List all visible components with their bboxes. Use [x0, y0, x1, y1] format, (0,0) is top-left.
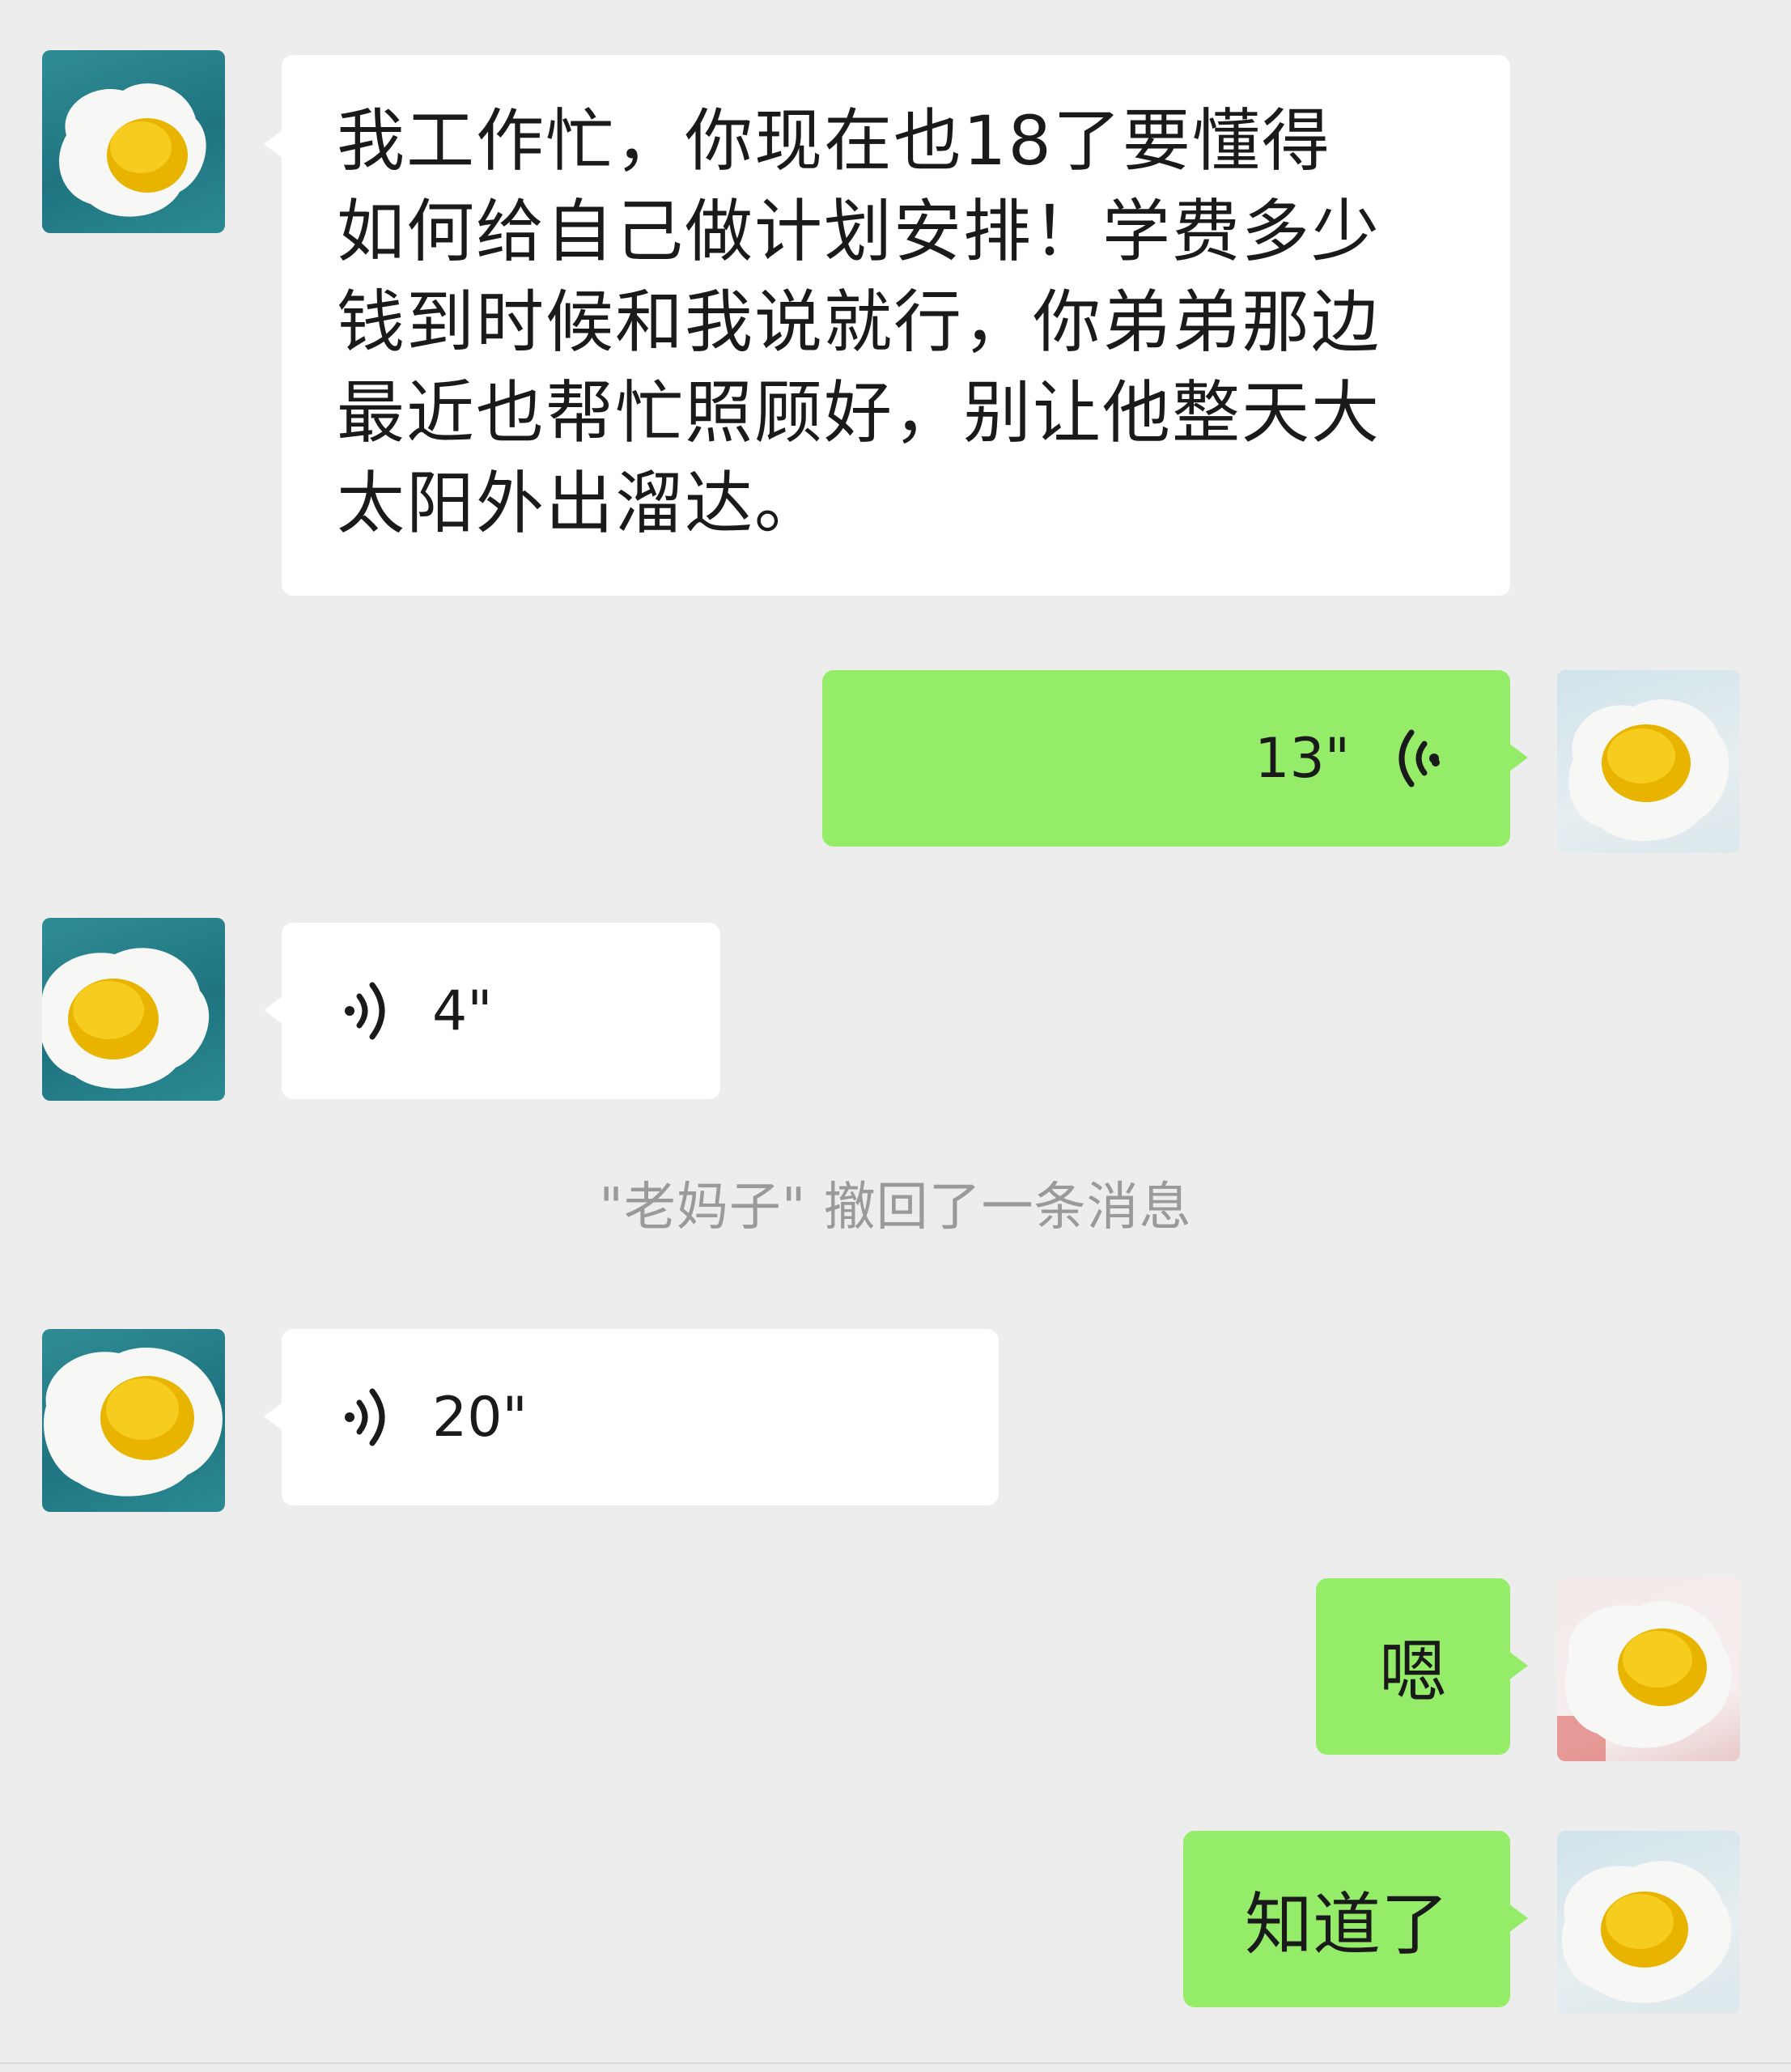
message-bubble-incoming[interactable]: 我工作忙，你现在也18了要懂得 如何给自己做计划安排！学费多少 钱到时候和我说就…: [264, 55, 1510, 596]
fried-egg-avatar-icon: [1568, 699, 1729, 842]
voice-content: 13": [1254, 670, 1445, 847]
message-bubble-outgoing[interactable]: 嗯: [1316, 1578, 1528, 1755]
voice-wave-icon: [1389, 726, 1445, 791]
voice-message-incoming[interactable]: 20": [264, 1329, 999, 1505]
fried-egg-avatar-icon: [59, 83, 206, 217]
fried-egg-avatar-icon: [42, 948, 210, 1089]
avatar-mom[interactable]: [42, 1329, 225, 1512]
voice-content: 20": [338, 1329, 528, 1505]
voice-message-incoming[interactable]: 4": [264, 923, 720, 1099]
fried-egg-avatar-icon: [1557, 1601, 1732, 1761]
voice-wave-icon: [338, 979, 395, 1043]
voice-duration: 13": [1254, 726, 1350, 791]
message-text: 知道了: [1244, 1884, 1449, 1964]
message-text: 我工作忙，你现在也18了要懂得 如何给自己做计划安排！学费多少 钱到时候和我说就…: [337, 101, 1381, 543]
avatar-self[interactable]: [1557, 670, 1740, 853]
voice-content: 4": [338, 923, 493, 1099]
avatar-self[interactable]: [1557, 1831, 1740, 2014]
divider: [0, 2062, 1791, 2064]
message-text: 嗯: [1378, 1632, 1447, 1712]
fried-egg-avatar-icon: [43, 1348, 223, 1497]
voice-wave-icon: [338, 1385, 395, 1450]
message-bubble-outgoing[interactable]: 知道了: [1183, 1831, 1528, 2007]
recall-notice: "老妈子" 撤回了一条消息: [599, 1178, 1192, 1238]
voice-message-outgoing[interactable]: 13": [822, 670, 1528, 847]
voice-duration: 20": [432, 1385, 528, 1450]
avatar-self[interactable]: [1557, 1578, 1740, 1761]
fried-egg-avatar-icon: [1561, 1861, 1732, 2003]
bubble-tail: [1509, 743, 1528, 772]
bubble-tail: [264, 996, 283, 1025]
avatar-mom[interactable]: [42, 918, 225, 1101]
bubble-tail: [1509, 1651, 1528, 1680]
bubble-tail: [264, 1402, 283, 1431]
bubble-tail: [1509, 1904, 1528, 1933]
voice-duration: 4": [432, 979, 493, 1043]
avatar-mom[interactable]: [42, 50, 225, 233]
bubble-tail: [264, 130, 283, 159]
